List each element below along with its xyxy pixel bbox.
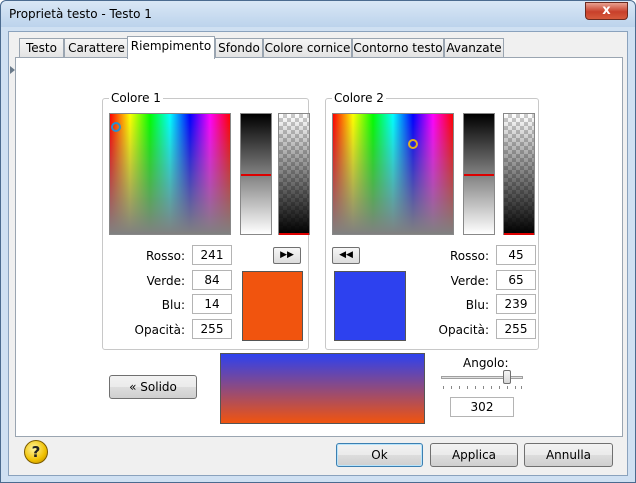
color1-red-label: Rosso:	[145, 249, 185, 263]
color2-spectrum[interactable]	[332, 113, 454, 235]
gradient-preview	[220, 353, 425, 424]
color1-brightness-indicator	[241, 174, 271, 176]
tab-sfondo[interactable]: Sfondo	[215, 38, 263, 58]
color1-group: Colore 1 Rosso: 241 Verde: 84 Blu: 14 Op…	[102, 91, 310, 350]
fill-panel: Colore 1 Rosso: 241 Verde: 84 Blu: 14 Op…	[15, 57, 623, 437]
angle-tick	[515, 386, 516, 389]
angle-tick	[521, 386, 522, 389]
color1-brightness-slider[interactable]	[240, 113, 272, 235]
color2-opacity-indicator	[504, 233, 534, 235]
client-area: Testo Carattere Riempimento Sfondo Color…	[8, 31, 628, 476]
angle-field[interactable]: 302	[450, 397, 514, 417]
color2-red-label: Rosso:	[449, 249, 489, 263]
tab-colore-cornice[interactable]: Colore cornice	[263, 38, 352, 58]
solid-button[interactable]: « Solido	[109, 375, 197, 399]
ok-button[interactable]: Ok	[336, 443, 423, 467]
close-button[interactable]: x	[585, 2, 628, 20]
color1-opacity-slider[interactable]	[278, 113, 310, 235]
color2-brightness-indicator	[464, 174, 494, 176]
color2-blue-label: Blu:	[465, 298, 489, 312]
color2-green-label: Verde:	[450, 274, 489, 288]
color1-red-field[interactable]: 241	[192, 245, 232, 265]
angle-label: Angolo:	[463, 356, 509, 370]
color2-marker[interactable]	[408, 139, 418, 149]
title-bar: Proprietà testo - Testo 1 x	[1, 1, 635, 27]
color1-opacity-label: Opacità:	[134, 323, 185, 337]
color1-opacity-indicator	[279, 233, 309, 235]
angle-tick	[491, 386, 492, 389]
color1-marker[interactable]	[111, 122, 121, 132]
color1-label: Colore 1	[109, 91, 163, 105]
angle-slider-thumb[interactable]	[503, 370, 511, 384]
angle-tick	[443, 386, 444, 389]
help-icon[interactable]: ?	[24, 440, 48, 464]
color2-green-field[interactable]: 65	[496, 270, 536, 290]
window-title: Proprietà testo - Testo 1	[9, 7, 152, 21]
color1-blue-label: Blu:	[161, 298, 185, 312]
angle-tick	[451, 386, 452, 389]
copy-to-color1-button[interactable]: ◀◀	[332, 247, 360, 264]
color2-group: Colore 2 ◀◀ Rosso: 45 Verde: 65 Blu: 239	[325, 91, 539, 350]
angle-tick	[459, 386, 460, 389]
color1-green-label: Verde:	[146, 274, 185, 288]
tab-testo[interactable]: Testo	[19, 38, 64, 58]
tab-avanzate[interactable]: Avanzate	[444, 38, 504, 58]
tab-contorno-testo[interactable]: Contorno testo	[352, 38, 444, 58]
color2-brightness-slider[interactable]	[463, 113, 495, 235]
copy-to-color2-button[interactable]: ▶▶	[273, 247, 301, 264]
angle-tick	[467, 386, 468, 389]
color2-opacity-label: Opacità:	[438, 323, 489, 337]
color1-swatch	[242, 271, 303, 341]
color1-spectrum[interactable]	[109, 113, 231, 235]
color2-label: Colore 2	[332, 91, 386, 105]
color1-opacity-field[interactable]: 255	[192, 319, 232, 339]
color2-opacity-slider[interactable]	[503, 113, 535, 235]
color2-blue-field[interactable]: 239	[496, 294, 536, 314]
color1-green-field[interactable]: 84	[192, 270, 232, 290]
color1-blue-field[interactable]: 14	[192, 294, 232, 314]
cancel-button[interactable]: Annulla	[524, 443, 613, 467]
angle-tick	[507, 386, 508, 389]
dialog-window: Proprietà testo - Testo 1 x Testo Caratt…	[0, 0, 636, 483]
angle-tick	[483, 386, 484, 389]
tab-carattere[interactable]: Carattere	[64, 38, 129, 58]
angle-tick	[475, 386, 476, 389]
color2-opacity-field[interactable]: 255	[496, 319, 536, 339]
color2-red-field[interactable]: 45	[496, 245, 536, 265]
angle-tick	[499, 386, 500, 389]
color2-swatch	[334, 271, 406, 341]
tab-riempimento[interactable]: Riempimento	[127, 36, 215, 59]
apply-button[interactable]: Applica	[430, 443, 518, 467]
